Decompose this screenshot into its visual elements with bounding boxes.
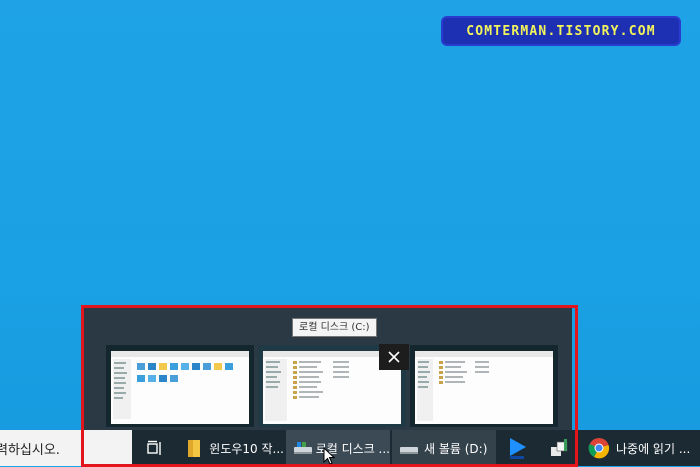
folder-icon — [188, 440, 200, 457]
thumbnail-screen — [415, 351, 553, 424]
watermark: COMTERMAN.TISTORY.COM — [443, 18, 679, 44]
thumbnail-tooltip: 로컬 디스크 (C:) — [292, 318, 377, 337]
watermark-text: COMTERMAN.TISTORY.COM — [466, 23, 656, 39]
drive-icon — [294, 442, 312, 454]
taskbar-item-new-volume[interactable]: 새 볼륨 (D:) — [392, 430, 496, 466]
taskbar-item-label: 윈도우10 작... — [209, 441, 284, 456]
task-view-button[interactable] — [140, 430, 168, 466]
chrome-icon — [588, 438, 610, 459]
thumbnail-screen — [111, 351, 249, 424]
network-icon — [551, 439, 568, 456]
close-thumbnail-button[interactable] — [379, 344, 409, 370]
search-placeholder: 력하십시오. — [0, 442, 60, 458]
taskbar-item-label: 새 볼륨 (D:) — [424, 441, 488, 456]
taskbar-item-local-disk[interactable]: 로컬 디스크 ... — [286, 430, 390, 466]
close-icon — [388, 351, 400, 363]
taskbar: 력하십시오. 윈도우10 작... 로컬 디스크 ... 새 볼륨 (D:) 나… — [0, 430, 700, 466]
thumbnail-window-1[interactable] — [106, 345, 254, 427]
taskbar-item-network[interactable] — [542, 430, 576, 466]
taskbar-item-label: 나중에 읽기 ... — [616, 441, 691, 456]
mouse-cursor-icon — [323, 447, 335, 465]
media-player-icon — [510, 438, 526, 459]
search-box[interactable]: 력하십시오. — [0, 430, 132, 466]
taskbar-item-folder[interactable]: 윈도우10 작... — [180, 430, 284, 466]
thumbnail-content — [415, 351, 553, 421]
thumbnail-window-3[interactable] — [410, 345, 558, 427]
taskbar-item-media-player[interactable] — [502, 430, 532, 466]
task-view-icon — [147, 440, 161, 455]
thumbnail-content — [111, 351, 249, 419]
drive-icon — [400, 447, 418, 454]
taskbar-item-chrome[interactable]: 나중에 읽기 ... — [582, 430, 700, 466]
